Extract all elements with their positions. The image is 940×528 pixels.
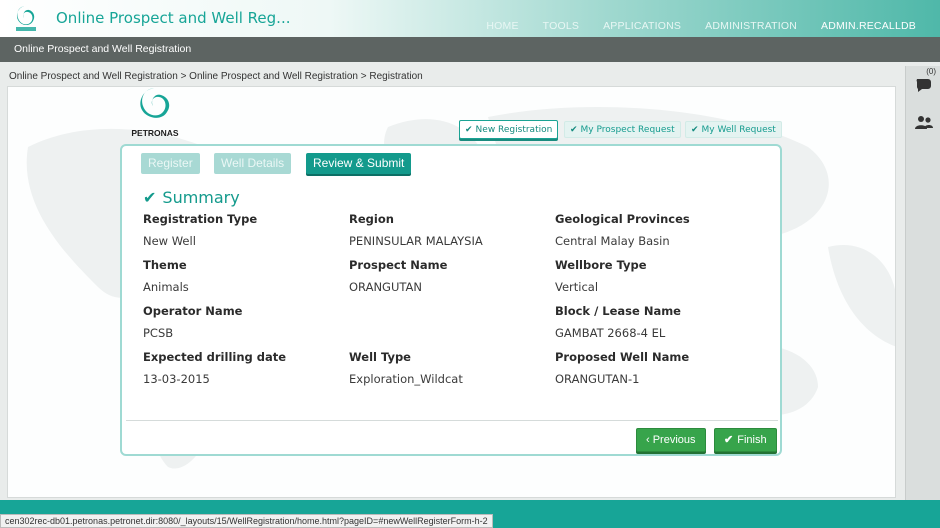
sub-header: Online Prospect and Well Registration [0, 37, 940, 62]
wellbore-type-value: Vertical [555, 280, 599, 294]
breadcrumb[interactable]: Online Prospect and Well Registration > … [9, 71, 423, 82]
site-title[interactable]: Online Prospect and Well Registration [14, 43, 191, 55]
chat-icon[interactable] [914, 76, 934, 94]
registration-type-value: New Well [143, 234, 196, 248]
step-well-details[interactable]: Well Details [214, 153, 292, 174]
browser-status-url: cen302rec-db01.petronas.petronet.dir:808… [0, 514, 493, 528]
check-icon: ✔ [724, 434, 734, 446]
notification-count: (0) [926, 67, 936, 76]
check-icon: ✔ [570, 125, 578, 135]
tab-label: My Prospect Request [580, 125, 675, 135]
users-icon[interactable] [914, 114, 934, 132]
tab-label: New Registration [475, 125, 553, 135]
expected-drilling-date-label: Expected drilling date [143, 350, 287, 364]
check-icon: ✔ [691, 125, 699, 135]
nav-home[interactable]: HOME [486, 20, 518, 32]
top-header: Online Prospect and Well Reg... HOME TOO… [0, 0, 940, 37]
tab-label: My Well Request [701, 125, 776, 135]
nav-administration[interactable]: ADMINISTRATION [705, 20, 797, 32]
step-register[interactable]: Register [141, 153, 200, 174]
step-review-submit[interactable]: Review & Submit [306, 153, 412, 174]
tab-new-registration[interactable]: ✔ New Registration [459, 120, 559, 139]
theme-label: Theme [143, 258, 187, 272]
summary-title: Summary [162, 188, 240, 207]
geological-provinces-label: Geological Provinces [555, 212, 690, 226]
region-label: Region [349, 212, 394, 226]
nav-applications[interactable]: APPLICATIONS [603, 20, 681, 32]
finish-label: Finish [737, 434, 767, 446]
wellbore-type-label: Wellbore Type [555, 258, 647, 272]
tab-my-well-request[interactable]: ✔ My Well Request [685, 121, 782, 138]
region-value: PENINSULAR MALAYSIA [349, 234, 483, 248]
prospect-name-value: ORANGUTAN [349, 280, 422, 294]
top-nav: HOME TOOLS APPLICATIONS ADMINISTRATION A… [486, 20, 940, 32]
registration-form-card: Register Well Details Review & Submit ✔ S… [120, 144, 782, 456]
block-lease-name-value: GAMBAT 2668-4 EL [555, 326, 666, 340]
nav-tools[interactable]: TOOLS [543, 20, 579, 32]
divider [126, 420, 778, 421]
proposed-well-name-label: Proposed Well Name [555, 350, 690, 364]
proposed-well-name-value: ORANGUTAN-1 [555, 372, 640, 386]
summary-heading: ✔ Summary [143, 188, 240, 207]
finish-button[interactable]: ✔ Finish [714, 428, 777, 452]
theme-value: Animals [143, 280, 189, 294]
user-menu[interactable]: ADMIN.RECALLDB [821, 20, 916, 32]
prospect-name-label: Prospect Name [349, 258, 448, 272]
well-type-label: Well Type [349, 350, 411, 364]
check-icon: ✔ [143, 188, 157, 207]
operator-name-label: Operator Name [143, 304, 243, 318]
registration-type-label: Registration Type [143, 212, 258, 226]
previous-button[interactable]: ‹ Previous [636, 428, 706, 452]
petronas-logo: PETRONAS [131, 88, 179, 138]
petronas-logo-icon[interactable] [10, 3, 42, 35]
well-type-value: Exploration_Wildcat [349, 372, 463, 386]
tab-my-prospect-request[interactable]: ✔ My Prospect Request [564, 121, 681, 138]
expected-drilling-date-value: 13-03-2015 [143, 372, 210, 386]
block-lease-name-label: Block / Lease Name [555, 304, 681, 318]
app-title: Online Prospect and Well Reg... [56, 9, 291, 27]
geological-provinces-value: Central Malay Basin [555, 234, 670, 248]
petronas-logo-text: PETRONAS [131, 128, 179, 138]
right-rail: (0) [905, 66, 940, 500]
operator-name-value: PCSB [143, 326, 174, 340]
check-icon: ✔ [465, 125, 473, 135]
